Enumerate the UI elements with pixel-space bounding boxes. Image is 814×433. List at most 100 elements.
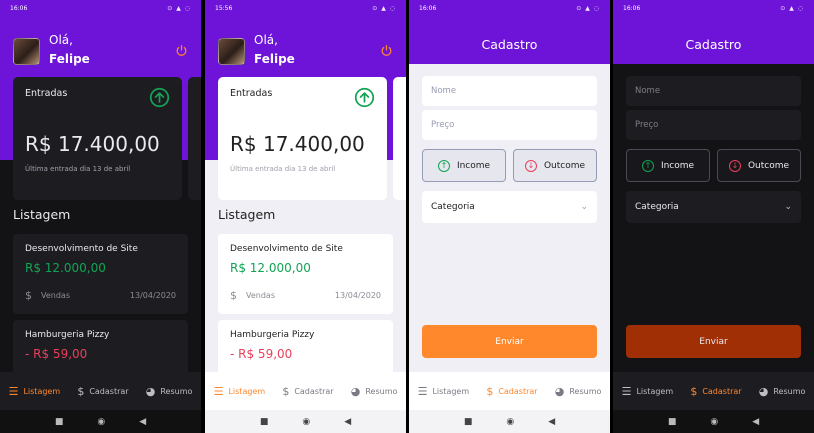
tab-cadastrar-label: Cadastrar [498, 386, 538, 396]
tab-resumo[interactable]: ◕ Resumo [351, 385, 398, 398]
status-time: 15:56 [215, 5, 233, 12]
pie-chart-icon: ◕ [758, 384, 769, 398]
list-item[interactable]: Hamburgeria Pizzy - R$ 59,00 [218, 320, 393, 380]
transaction-amount: R$ 12.000,00 [230, 261, 311, 275]
tab-cadastrar[interactable]: $ Cadastrar [690, 385, 741, 398]
tab-resumo-label: Resumo [773, 386, 806, 396]
back-icon[interactable]: ◀ [344, 417, 351, 427]
dollar-icon: $ [230, 289, 237, 302]
tab-cadastrar-label: Cadastrar [89, 386, 129, 396]
tab-cadastrar-label: Cadastrar [702, 386, 742, 396]
list-item[interactable]: Hamburgeria Pizzy - R$ 59,00 [13, 320, 188, 380]
dollar-icon: $ [77, 384, 85, 398]
page-title: Cadastro [481, 37, 538, 52]
price-input[interactable]: Preço [626, 110, 801, 140]
tab-cadastrar-label: Cadastrar [294, 386, 334, 396]
status-icons: ⊙ ▲ ◌ [576, 5, 600, 12]
outcome-button-label: Outcome [747, 160, 790, 171]
price-input[interactable]: Preço [422, 110, 597, 140]
transaction-amount: - R$ 59,00 [230, 347, 293, 361]
pie-chart-icon: ◕ [145, 384, 156, 398]
income-card-label: Entradas [230, 88, 273, 99]
category-select[interactable]: Categoria ⌄ [422, 191, 597, 223]
name-input[interactable]: Nome [626, 76, 801, 106]
name-input[interactable]: Nome [422, 76, 597, 106]
dollar-icon: $ [486, 384, 494, 398]
recent-apps-icon[interactable]: ■ [260, 417, 269, 427]
income-card-label: Entradas [25, 88, 68, 99]
home-icon[interactable]: ◉ [710, 417, 718, 427]
list-icon: ☰ [417, 384, 428, 398]
status-bar: 15:56 ⊙ ▲ ◌ [205, 0, 406, 18]
tab-listagem-label: Listagem [636, 386, 674, 396]
page-title: Cadastro [685, 37, 742, 52]
tab-cadastrar[interactable]: $ Cadastrar [282, 385, 333, 398]
income-card: Entradas R$ 17.400,00 Última entrada dia… [13, 77, 182, 200]
status-time: 16:06 [10, 5, 28, 12]
dashboard-light-screen: 15:56 ⊙ ▲ ◌ Olá, Felipe Entradas R$ 17.40… [205, 0, 406, 433]
category-select-label: Categoria [431, 202, 475, 212]
dollar-icon: $ [690, 384, 698, 398]
arrow-down-circle-icon: ↓ [524, 159, 537, 172]
tab-listagem-label: Listagem [228, 386, 266, 396]
tab-resumo[interactable]: ◕ Resumo [555, 385, 602, 398]
dashboard-dark-screen: 16:06 ⊙ ▲ ◌ Olá, Felipe Entradas R$ 17.40… [0, 0, 201, 433]
status-icons: ⊙ ▲ ◌ [167, 5, 191, 12]
register-light-screen: 16:06 ⊙ ▲ ◌ Cadastro Nome Preço ↑ Income ↓… [409, 0, 610, 433]
home-icon[interactable]: ◉ [302, 417, 310, 427]
home-icon[interactable]: ◉ [506, 417, 514, 427]
submit-button[interactable]: Enviar [626, 325, 801, 358]
status-time: 16:06 [623, 5, 641, 12]
power-icon[interactable] [175, 44, 188, 57]
outcome-button[interactable]: ↓ Outcome [717, 149, 801, 182]
pie-chart-icon: ◕ [350, 384, 361, 398]
transaction-title: Desenvolvimento de Site [25, 244, 138, 254]
status-icons: ⊙ ▲ ◌ [780, 5, 804, 12]
submit-button[interactable]: Enviar [422, 325, 597, 358]
category-select-label: Categoria [635, 202, 679, 212]
arrow-up-circle-icon [354, 87, 375, 108]
status-bar: 16:06 ⊙ ▲ ◌ [409, 0, 610, 18]
recent-apps-icon[interactable]: ■ [464, 417, 473, 427]
chevron-down-icon: ⌄ [580, 202, 588, 212]
power-icon[interactable] [380, 44, 393, 57]
greeting-text: Olá, [49, 33, 73, 47]
user-name: Felipe [49, 52, 90, 66]
transaction-category-label: Vendas [246, 291, 275, 300]
android-nav-bar: ■ ◉ ◀ [613, 410, 814, 433]
outcome-button[interactable]: ↓ Outcome [513, 149, 597, 182]
recent-apps-icon[interactable]: ■ [55, 417, 64, 427]
tab-listagem[interactable]: ☰ Listagem [214, 385, 266, 398]
android-nav-bar: ■ ◉ ◀ [409, 410, 610, 433]
avatar[interactable] [218, 38, 245, 65]
back-icon[interactable]: ◀ [752, 417, 759, 427]
tab-listagem[interactable]: ☰ Listagem [622, 385, 674, 398]
android-nav-bar: ■ ◉ ◀ [0, 410, 201, 433]
transaction-category: $ Vendas [25, 289, 70, 302]
list-item[interactable]: Desenvolvimento de Site R$ 12.000,00 $ Ve… [218, 234, 393, 314]
income-card-amount: R$ 17.400,00 [25, 132, 160, 156]
list-icon: ☰ [213, 384, 224, 398]
next-card-peek [188, 77, 201, 200]
income-button[interactable]: ↑ Income [422, 149, 506, 182]
list-item[interactable]: Desenvolvimento de Site R$ 12.000,00 $ Ve… [13, 234, 188, 314]
tab-listagem[interactable]: ☰ Listagem [418, 385, 470, 398]
recent-apps-icon[interactable]: ■ [668, 417, 677, 427]
tab-resumo[interactable]: ◕ Resumo [759, 385, 806, 398]
back-icon[interactable]: ◀ [548, 417, 555, 427]
avatar[interactable] [13, 38, 40, 65]
back-icon[interactable]: ◀ [139, 417, 146, 427]
list-icon: ☰ [621, 384, 632, 398]
android-nav-bar: ■ ◉ ◀ [205, 410, 406, 433]
tab-bar: ☰ Listagem $ Cadastrar ◕ Resumo [0, 372, 201, 410]
home-icon[interactable]: ◉ [97, 417, 105, 427]
tab-resumo[interactable]: ◕ Resumo [146, 385, 193, 398]
tab-listagem[interactable]: ☰ Listagem [9, 385, 61, 398]
greeting-text: Olá, [254, 33, 278, 47]
section-title: Listagem [13, 207, 71, 222]
income-button[interactable]: ↑ Income [626, 149, 710, 182]
screenshot-stage: 16:06 ⊙ ▲ ◌ Olá, Felipe Entradas R$ 17.40… [0, 0, 814, 433]
category-select[interactable]: Categoria ⌄ [626, 191, 801, 223]
tab-cadastrar[interactable]: $ Cadastrar [77, 385, 128, 398]
tab-cadastrar[interactable]: $ Cadastrar [486, 385, 537, 398]
